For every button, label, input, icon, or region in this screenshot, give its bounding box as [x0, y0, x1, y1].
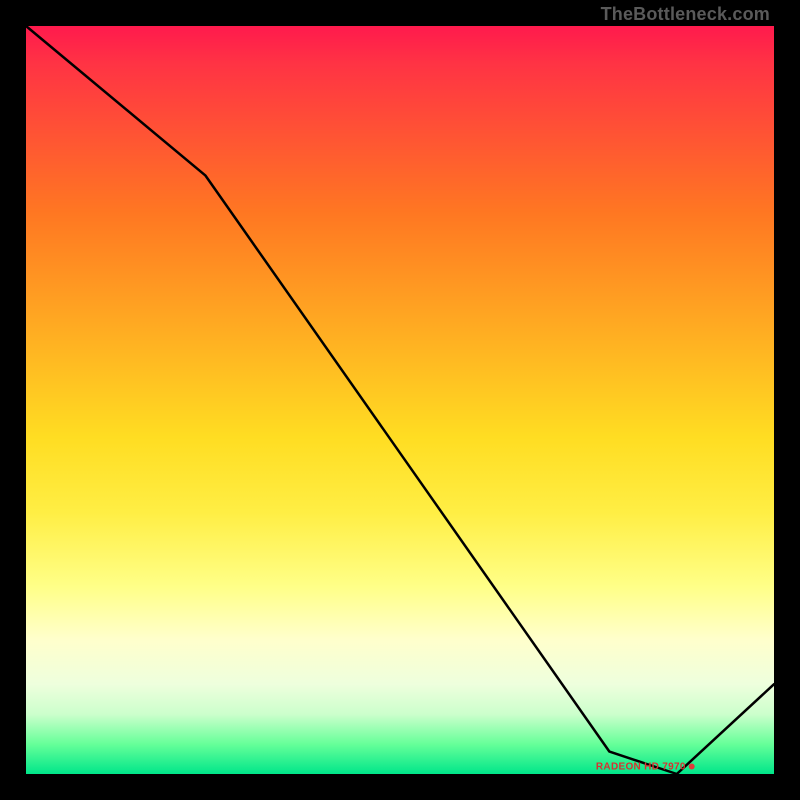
plot-gradient-background [26, 26, 774, 774]
chart-container: TheBottleneck.com RADEON HD 7970 [0, 0, 800, 800]
watermark-text: TheBottleneck.com [601, 4, 770, 25]
